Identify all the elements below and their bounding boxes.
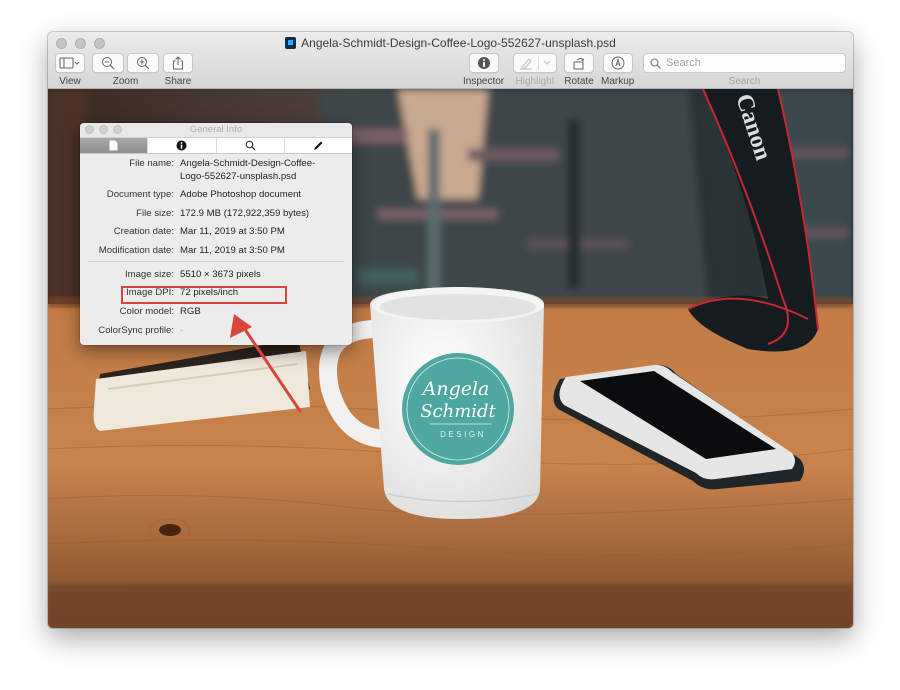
tab-keywords[interactable] bbox=[217, 138, 285, 153]
rotate-label: Rotate bbox=[564, 76, 594, 87]
row-modification-date: Modification date: Mar 11, 2019 at 3:50 … bbox=[80, 245, 352, 258]
highlight-label: Highlight bbox=[515, 76, 555, 87]
share-group: Share bbox=[163, 53, 193, 88]
document-icon bbox=[109, 140, 118, 151]
info-icon bbox=[176, 140, 187, 151]
highlight-group: Highlight bbox=[513, 53, 557, 88]
markup-label: Markup bbox=[601, 76, 635, 87]
zoom-in-button[interactable] bbox=[127, 53, 159, 73]
search-label: Search bbox=[728, 76, 761, 87]
rotate-button[interactable] bbox=[564, 53, 594, 73]
zoom-out-icon bbox=[102, 57, 115, 70]
row-file-size: File size: 172.9 MB (172,922,359 bytes) bbox=[80, 208, 352, 221]
search-field[interactable] bbox=[643, 53, 846, 73]
value-image-size: 5510 × 3673 pixels bbox=[180, 268, 261, 280]
search-input[interactable] bbox=[666, 57, 836, 69]
label-document-type: Document type: bbox=[106, 189, 174, 200]
row-color-model: Color model: RGB bbox=[80, 306, 352, 319]
rotate-icon bbox=[573, 58, 584, 70]
tab-general[interactable] bbox=[80, 138, 149, 153]
zoom-group: Zoom bbox=[92, 53, 159, 88]
divider bbox=[88, 260, 344, 262]
markup-button[interactable] bbox=[602, 53, 633, 73]
highlight-button[interactable] bbox=[513, 53, 557, 73]
wood-knot bbox=[159, 524, 181, 536]
tab-annotations[interactable] bbox=[285, 138, 352, 153]
image-canvas[interactable]: Canon Angela Schmidt DESIGN General Info… bbox=[48, 89, 853, 628]
zoom-label: Zoom bbox=[112, 76, 139, 87]
markup-group: Markup bbox=[601, 53, 634, 88]
zoom-out-button[interactable] bbox=[92, 53, 124, 73]
label-file-size: File size: bbox=[136, 207, 174, 219]
general-info-panel[interactable]: General Info File name: Angela-Schmidt-D… bbox=[80, 123, 352, 345]
info-rows: File name: Angela-Schmidt-Design-Coffee-… bbox=[80, 154, 352, 337]
title-bar: Angela-Schmidt-Design-Coffee-Logo-552627… bbox=[48, 32, 853, 89]
label-color-model: Color model: bbox=[119, 305, 174, 317]
photoshop-file-icon bbox=[285, 37, 297, 49]
label-creation-date: Creation date: bbox=[113, 226, 174, 238]
value-file-name: Angela-Schmidt-Design-Coffee- Logo-55262… bbox=[180, 158, 352, 183]
search-icon bbox=[650, 57, 661, 69]
info-zoom-button[interactable] bbox=[113, 125, 122, 134]
row-image-size: Image size: 5510 × 3673 pixels bbox=[80, 269, 352, 282]
view-button[interactable] bbox=[55, 53, 85, 73]
dpi-highlight-box bbox=[121, 286, 287, 304]
info-titlebar[interactable]: General Info bbox=[80, 123, 352, 137]
info-close-button[interactable] bbox=[85, 125, 94, 134]
value-document-type: Adobe Photoshop document bbox=[180, 189, 302, 200]
info-window-controls bbox=[85, 125, 122, 134]
value-modification-date: Mar 11, 2019 at 3:50 PM bbox=[180, 245, 285, 257]
value-color-model: RGB bbox=[180, 305, 201, 317]
row-document-type: Document type: Adobe Photoshop document bbox=[80, 189, 352, 202]
inspector-label: Inspector bbox=[463, 76, 505, 87]
value-colorsync-profile: - bbox=[180, 324, 184, 336]
info-icon bbox=[477, 57, 490, 69]
sidebar-icon bbox=[59, 57, 80, 69]
view-group: View bbox=[55, 53, 85, 88]
rotate-group: Rotate bbox=[564, 53, 594, 88]
file-name-line2: Logo-552627-unsplash.psd bbox=[180, 170, 297, 182]
inspector-group: Inspector bbox=[463, 53, 504, 88]
label-colorsync-profile: ColorSync profile: bbox=[98, 324, 174, 336]
window-title: Angela-Schmidt-Design-Coffee-Logo-552627… bbox=[48, 35, 853, 51]
label-image-size: Image size: bbox=[124, 268, 174, 280]
logo-line-schmidt: Schmidt bbox=[420, 401, 496, 422]
label-modification-date: Modification date: bbox=[98, 245, 174, 257]
logo-line-angela: Angela bbox=[421, 378, 490, 400]
row-creation-date: Creation date: Mar 11, 2019 at 3:50 PM bbox=[80, 226, 352, 239]
logo-line-design: DESIGN bbox=[440, 430, 486, 439]
row-file-name: File name: Angela-Schmidt-Design-Coffee-… bbox=[80, 158, 352, 183]
value-creation-date: Mar 11, 2019 at 3:50 PM bbox=[180, 226, 285, 238]
tab-more-info[interactable] bbox=[148, 138, 217, 153]
markup-pen-icon bbox=[611, 56, 625, 70]
info-tabs bbox=[80, 137, 352, 154]
share-button[interactable] bbox=[163, 53, 193, 73]
view-label: View bbox=[59, 76, 81, 87]
share-icon bbox=[173, 56, 183, 70]
window-title-text: Angela-Schmidt-Design-Coffee-Logo-552627… bbox=[301, 36, 616, 50]
file-name-line1: Angela-Schmidt-Design-Coffee- bbox=[180, 158, 316, 169]
label-file-name: File name: bbox=[129, 158, 174, 169]
preview-window: Angela-Schmidt-Design-Coffee-Logo-552627… bbox=[48, 32, 853, 628]
highlighter-icon bbox=[520, 58, 532, 70]
inspector-button[interactable] bbox=[468, 53, 499, 73]
chevron-down-icon bbox=[543, 60, 551, 65]
info-minimize-button[interactable] bbox=[99, 125, 108, 134]
pencil-icon bbox=[313, 141, 323, 150]
zoom-in-icon bbox=[137, 57, 150, 70]
share-label: Share bbox=[164, 76, 192, 87]
magnifier-icon bbox=[245, 140, 256, 151]
row-colorsync-profile: ColorSync profile: - bbox=[80, 325, 352, 338]
value-file-size: 172.9 MB (172,922,359 bytes) bbox=[180, 207, 310, 219]
